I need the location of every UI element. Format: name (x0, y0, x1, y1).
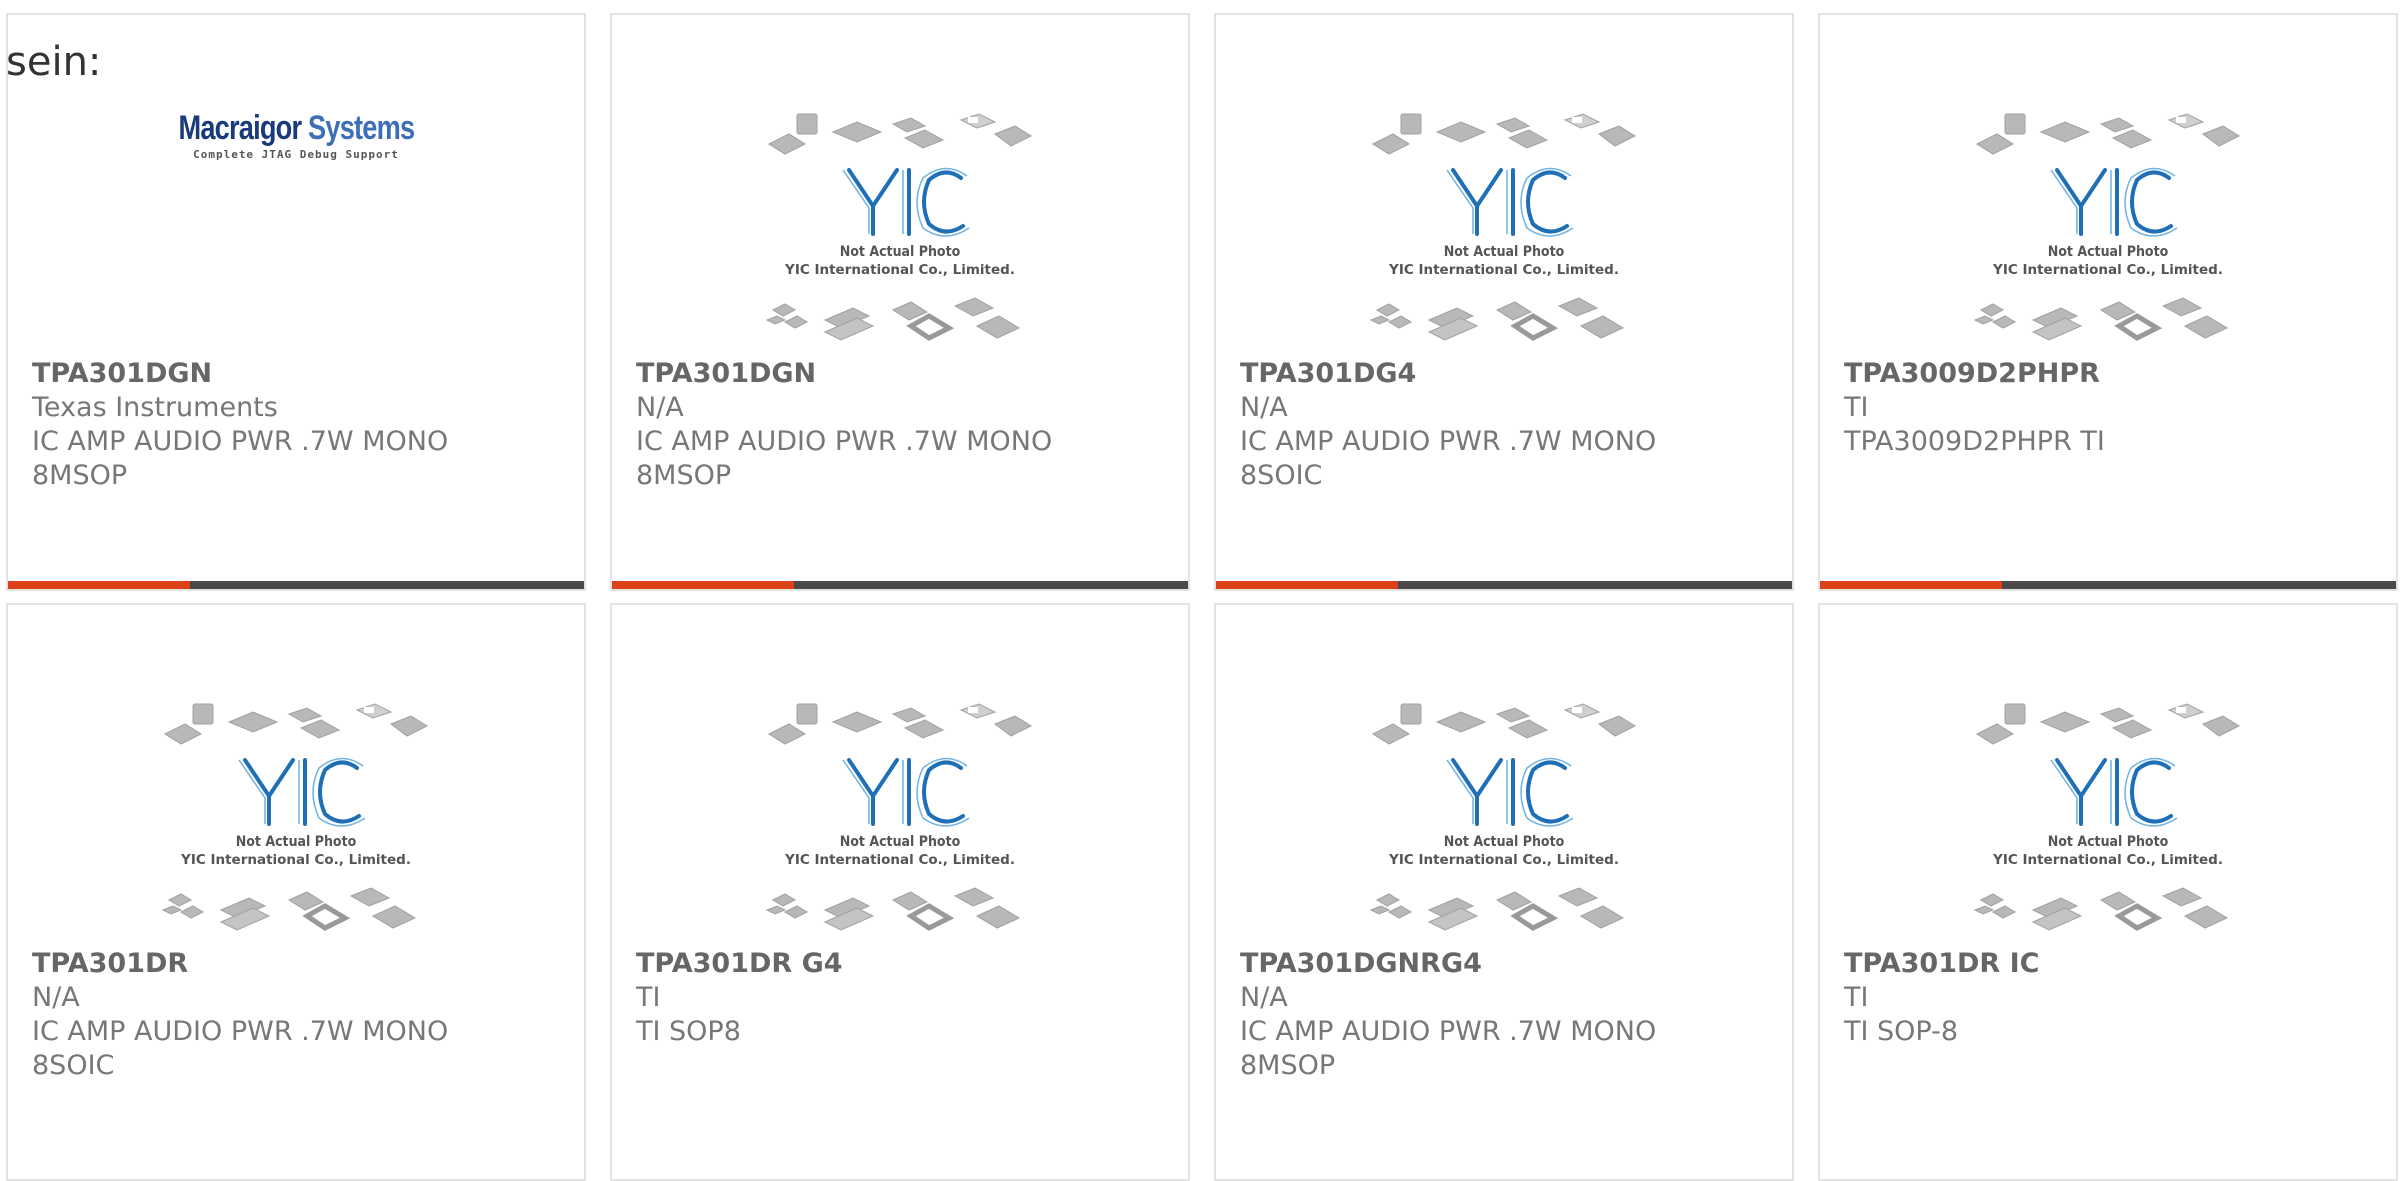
description: IC AMP AUDIO PWR .7W MONO 8MSOP (636, 426, 1053, 491)
product-card[interactable]: Not Actual Photo YIC International Co., … (1818, 603, 2398, 1181)
product-card[interactable]: Not Actual Photo YIC International Co., … (1214, 603, 1794, 1181)
product-card[interactable]: Not Actual Photo YIC International Co., … (6, 603, 586, 1181)
product-card[interactable]: Not Actual Photo YIC International Co., … (1818, 13, 2398, 591)
manufacturer: Texas Instruments (32, 392, 278, 423)
product-image: Not Actual Photo YIC International Co., … (1820, 675, 2396, 965)
product-card[interactable]: Not Actual Photo YIC International Co., … (610, 603, 1190, 1181)
svg-text:YIC International Co., Limited: YIC International Co., Limited. (784, 262, 1015, 278)
svg-text:Not Actual Photo: Not Actual Photo (840, 244, 961, 260)
svg-text:YIC International Co., Limited: YIC International Co., Limited. (180, 852, 411, 868)
manufacturer: TI (636, 982, 661, 1013)
svg-text:Not Actual Photo: Not Actual Photo (1444, 834, 1565, 850)
description: IC AMP AUDIO PWR .7W MONO 8SOIC (1240, 426, 1657, 491)
description: TPA3009D2PHPR TI (1844, 426, 2105, 457)
part-number[interactable]: TPA301DR IC (1844, 947, 2372, 981)
svg-text:YIC International Co., Limited: YIC International Co., Limited. (1388, 852, 1619, 868)
yic-placeholder-image: Not Actual Photo YIC International Co., … (161, 700, 431, 940)
yic-placeholder-image: Not Actual Photo YIC International Co., … (1973, 110, 2243, 350)
page-heading: sein: (6, 39, 102, 85)
svg-text:Not Actual Photo: Not Actual Photo (2048, 244, 2169, 260)
description: TI SOP8 (636, 1016, 741, 1047)
product-card[interactable]: Not Actual Photo YIC International Co., … (610, 13, 1190, 591)
product-card[interactable]: Not Actual Photo YIC International Co., … (1214, 13, 1794, 591)
product-image: Macraigor Systems Complete JTAG Debug Su… (8, 85, 584, 375)
yic-placeholder-image: Not Actual Photo YIC International Co., … (1369, 110, 1639, 350)
svg-text:YIC International Co., Limited: YIC International Co., Limited. (1388, 262, 1619, 278)
description: IC AMP AUDIO PWR .7W MONO 8SOIC (32, 1016, 449, 1081)
description: TI SOP-8 (1844, 1016, 1959, 1047)
svg-text:YIC International Co., Limited: YIC International Co., Limited. (1992, 852, 2223, 868)
manufacturer: N/A (32, 982, 80, 1013)
svg-text:Not Actual Photo: Not Actual Photo (236, 834, 357, 850)
product-card[interactable]: Macraigor Systems Complete JTAG Debug Su… (6, 13, 586, 591)
svg-text:YIC International Co., Limited: YIC International Co., Limited. (1992, 262, 2223, 278)
product-image: Not Actual Photo YIC International Co., … (612, 675, 1188, 965)
description: IC AMP AUDIO PWR .7W MONO 8MSOP (1240, 1016, 1657, 1081)
yic-placeholder-image: Not Actual Photo YIC International Co., … (765, 110, 1035, 350)
part-number[interactable]: TPA301DR G4 (636, 947, 1164, 981)
part-number[interactable]: TPA301DR (32, 947, 560, 981)
part-number[interactable]: TPA301DGN (636, 357, 1164, 391)
svg-text:Not Actual Photo: Not Actual Photo (2048, 834, 2169, 850)
macraigor-logo: Macraigor Systems Complete JTAG Debug Su… (178, 109, 415, 161)
progress-bar (8, 581, 584, 589)
yic-placeholder-image: Not Actual Photo YIC International Co., … (765, 700, 1035, 940)
progress-bar (1216, 581, 1792, 589)
manufacturer: N/A (636, 392, 684, 423)
product-image: Not Actual Photo YIC International Co., … (612, 85, 1188, 375)
part-number[interactable]: TPA301DGN (32, 357, 560, 391)
svg-text:Not Actual Photo: Not Actual Photo (1444, 244, 1565, 260)
product-image: Not Actual Photo YIC International Co., … (8, 675, 584, 965)
part-number[interactable]: TPA3009D2PHPR (1844, 357, 2372, 391)
product-image: Not Actual Photo YIC International Co., … (1820, 85, 2396, 375)
yic-placeholder-image: Not Actual Photo YIC International Co., … (1973, 700, 2243, 940)
description: IC AMP AUDIO PWR .7W MONO 8MSOP (32, 426, 449, 491)
product-image: Not Actual Photo YIC International Co., … (1216, 675, 1792, 965)
manufacturer: N/A (1240, 982, 1288, 1013)
product-image: Not Actual Photo YIC International Co., … (1216, 85, 1792, 375)
manufacturer: TI (1844, 392, 1869, 423)
svg-text:Not Actual Photo: Not Actual Photo (840, 834, 961, 850)
part-number[interactable]: TPA301DGNRG4 (1240, 947, 1768, 981)
yic-placeholder-image: Not Actual Photo YIC International Co., … (1369, 700, 1639, 940)
progress-bar (612, 581, 1188, 589)
manufacturer: N/A (1240, 392, 1288, 423)
manufacturer: TI (1844, 982, 1869, 1013)
product-grid: Macraigor Systems Complete JTAG Debug Su… (6, 13, 2398, 1181)
progress-bar (1820, 581, 2396, 589)
part-number[interactable]: TPA301DG4 (1240, 357, 1768, 391)
svg-text:YIC International Co., Limited: YIC International Co., Limited. (784, 852, 1015, 868)
